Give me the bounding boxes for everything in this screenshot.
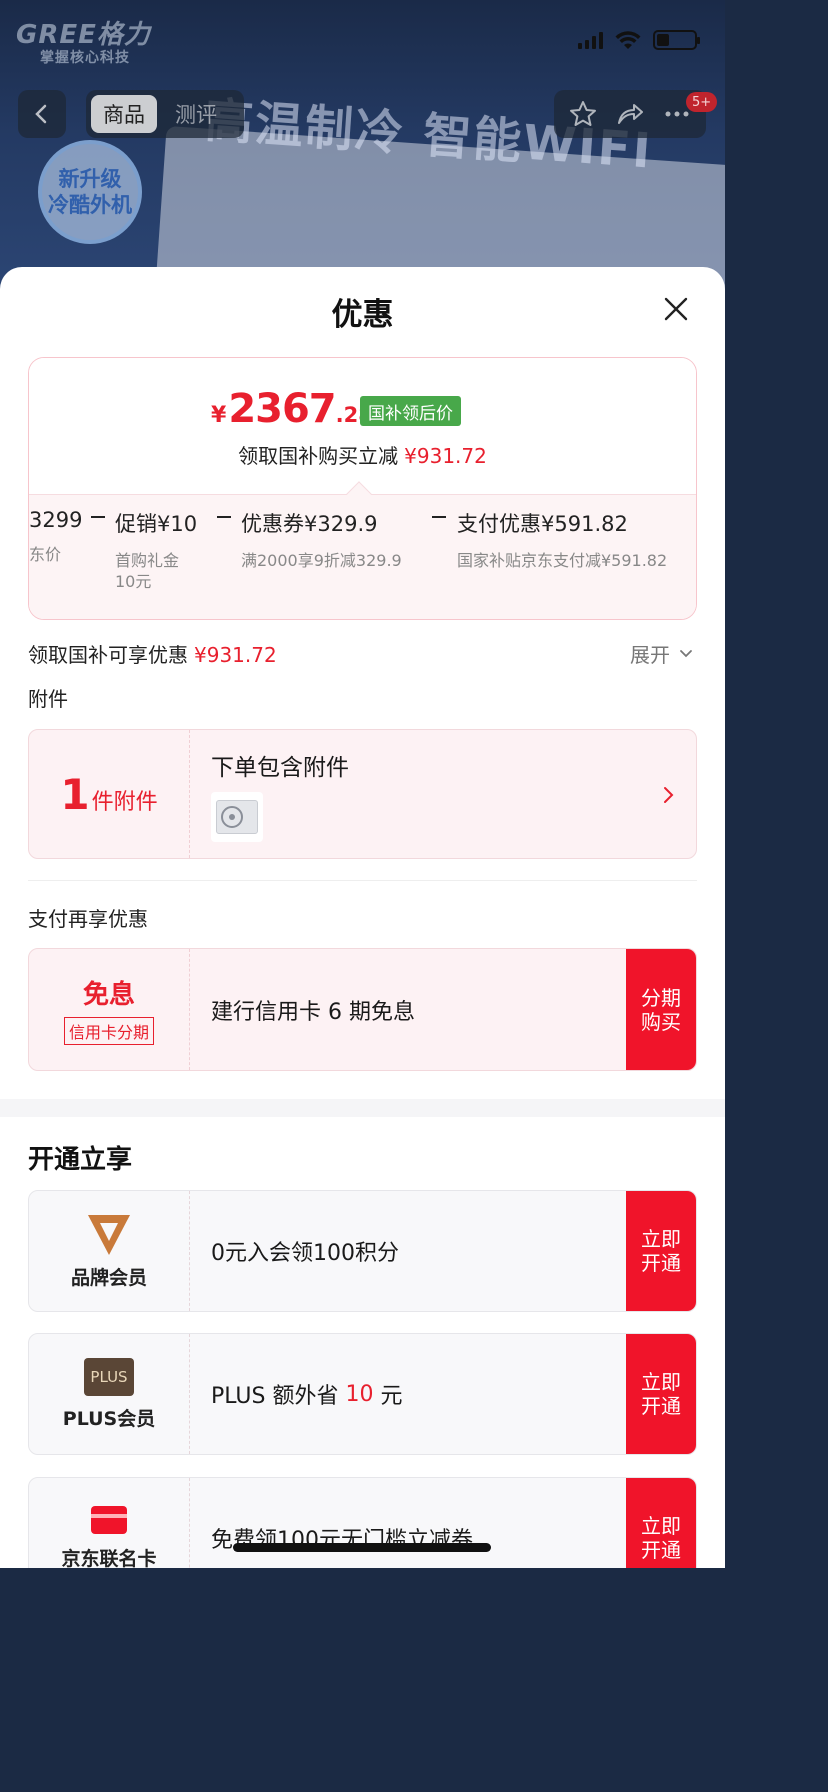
- price-breakdown: 3299 东价 促销¥10 首购礼金 10元 优惠券¥329.9 满2000享9…: [29, 508, 696, 618]
- home-indicator[interactable]: [233, 1543, 491, 1552]
- v-logo-icon: [88, 1214, 130, 1255]
- price-integer: 2367: [228, 386, 336, 432]
- discount-sheet: 优惠 ¥ 2367 .28 国补领后价 领取国补购买立减 ¥931.72 3299…: [0, 267, 725, 1568]
- interest-free-text: 免息: [82, 980, 135, 1010]
- cellular-signal-icon: [578, 31, 603, 49]
- breakdown-label: 优惠券¥329.9: [241, 512, 378, 536]
- breakdown-sub: 满2000享9折减329.9: [241, 551, 402, 570]
- brand-member-desc: 0元入会领100积分: [211, 1241, 399, 1266]
- wifi-icon: [615, 31, 641, 49]
- open-section-title: 开通立享: [28, 1145, 133, 1175]
- breakdown-sub: 东价: [29, 545, 62, 564]
- installment-card[interactable]: 免息 信用卡分期 建行信用卡 6 期免息 分期购买: [28, 948, 697, 1071]
- price-card: ¥ 2367 .28 国补领后价 领取国补购买立减 ¥931.72 3299 东价…: [28, 357, 697, 620]
- star-icon[interactable]: [568, 99, 598, 129]
- co-brand-open-button[interactable]: 立即开通: [626, 1478, 696, 1568]
- brand-member-badge: 品牌会员: [29, 1191, 190, 1311]
- section-gap: [0, 1099, 725, 1117]
- breakdown-jd-price: 3299 东价: [29, 508, 82, 565]
- page-tabs: 商品 测评: [86, 90, 244, 138]
- gov-subsidy-label: 领取国补可享优惠: [28, 643, 188, 667]
- plus-member-desc: PLUS 额外省 10 元: [211, 1334, 402, 1454]
- installment-desc: 建行信用卡 6 期免息: [211, 999, 415, 1025]
- accessory-card[interactable]: 1 件附件 下单包含附件: [28, 729, 697, 859]
- brand-member-card[interactable]: 品牌会员 0元入会领100积分 立即开通: [28, 1190, 697, 1312]
- co-brand-desc: 免费领100元无门槛立减券: [211, 1528, 473, 1553]
- credit-card-tag: 信用卡分期: [63, 1017, 154, 1045]
- accessory-count-unit: 件附件: [91, 789, 158, 815]
- expand-label: 展开: [630, 643, 670, 667]
- upgrade-badge: 新升级 冷酷外机: [38, 140, 142, 244]
- breakdown-sub: 国家补贴京东支付减¥591.82: [457, 551, 668, 570]
- expand-button[interactable]: 展开: [630, 639, 694, 668]
- brand-name: GREE格力: [16, 20, 151, 50]
- message-count-badge: 5+: [686, 92, 718, 112]
- accessory-section-title: 附件: [28, 687, 68, 711]
- chevron-left-icon: [35, 104, 47, 124]
- card-icon: [91, 1505, 127, 1534]
- subsidy-line: 领取国补购买立减 ¥931.72: [29, 440, 696, 469]
- final-price: ¥ 2367 .28: [211, 386, 373, 432]
- tab-product[interactable]: 商品: [91, 95, 157, 133]
- co-brand-name: 京东联名卡: [61, 1547, 157, 1569]
- subsidy-text: 领取国补购买立减: [238, 444, 399, 468]
- product-hero: 高温制冷 智能WIFI 新升级 冷酷外机 GREE格力 掌握核心科技 商品 测评: [0, 0, 725, 300]
- brand-tagline: 掌握核心科技: [40, 50, 130, 66]
- plus-badge-icon: PLUS: [84, 1357, 134, 1396]
- chevron-down-icon: [680, 649, 692, 657]
- co-brand-card[interactable]: 京东联名卡 免费领100元无门槛立减券 立即开通: [28, 1477, 697, 1568]
- accessory-count: 1 件附件: [29, 730, 190, 858]
- share-icon[interactable]: [615, 99, 645, 129]
- minus-sign: [217, 516, 231, 518]
- badge-line-2: 冷酷外机: [48, 193, 132, 217]
- breakdown-label: 3299: [29, 508, 83, 532]
- breakdown-promotion: 促销¥10 首购礼金 10元: [115, 508, 197, 592]
- chevron-right-icon: [664, 787, 674, 803]
- brand-member-open-button[interactable]: 立即开通: [626, 1191, 696, 1311]
- accessory-thumbnail: [211, 792, 263, 842]
- plus-member-card[interactable]: PLUS PLUS会员 PLUS 额外省 10 元 立即开通: [28, 1333, 697, 1455]
- breakdown-payment: 支付优惠¥591.82 国家补贴京东支付减¥591.82: [457, 508, 667, 571]
- battery-icon: [653, 30, 700, 50]
- accessory-title: 下单包含附件: [211, 755, 349, 781]
- co-brand-badge: 京东联名卡: [29, 1478, 190, 1568]
- breakdown-coupon: 优惠券¥329.9 满2000享9折减329.9: [241, 508, 402, 571]
- nav-actions: [554, 90, 706, 138]
- tab-review[interactable]: 测评: [163, 95, 229, 133]
- plus-member-badge: PLUS PLUS会员: [29, 1334, 190, 1454]
- installment-buy-button[interactable]: 分期购买: [626, 949, 696, 1070]
- interest-free-label: 免息 信用卡分期: [29, 949, 190, 1070]
- sheet-title: 优惠: [331, 297, 394, 333]
- plus-desc-pre: PLUS 额外省: [211, 1384, 346, 1409]
- pay-section-title: 支付再享优惠: [28, 907, 148, 931]
- gov-subsidy-tag: 国补领后价: [360, 396, 461, 426]
- minus-sign: [432, 516, 446, 518]
- plus-member-name: PLUS会员: [62, 1407, 156, 1430]
- accessory-count-number: 1: [60, 769, 90, 819]
- minus-sign: [91, 516, 105, 518]
- close-icon: [664, 297, 688, 321]
- close-button[interactable]: [656, 289, 696, 329]
- subsidy-amount: ¥931.72: [404, 444, 487, 468]
- brand-member-name: 品牌会员: [70, 1266, 147, 1289]
- brand-logo: GREE格力 掌握核心科技: [16, 14, 151, 67]
- back-button[interactable]: [18, 90, 66, 138]
- status-bar: [578, 30, 700, 50]
- breakdown-label: 支付优惠¥591.82: [457, 512, 628, 536]
- plus-desc-post: 元: [373, 1384, 403, 1409]
- outdoor-unit-icon: [216, 800, 258, 834]
- gov-subsidy-row: 领取国补可享优惠 ¥931.72: [28, 639, 277, 668]
- badge-line-1: 新升级: [58, 167, 122, 191]
- breakdown-label: 促销¥10: [115, 512, 198, 536]
- plus-member-open-button[interactable]: 立即开通: [626, 1334, 696, 1454]
- breakdown-sub: 首购礼金 10元: [115, 551, 180, 591]
- plus-desc-highlight: 10: [345, 1381, 374, 1407]
- section-divider: [28, 880, 697, 881]
- currency-symbol: ¥: [211, 403, 227, 428]
- gov-subsidy-amount: ¥931.72: [194, 643, 277, 667]
